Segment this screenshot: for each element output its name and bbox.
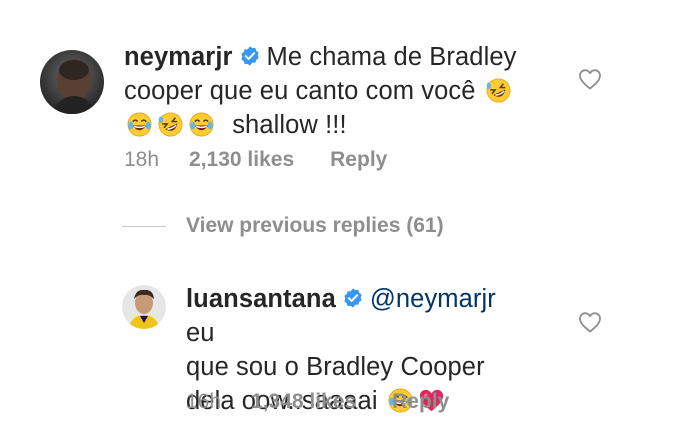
heart-outline-icon[interactable] bbox=[578, 68, 602, 90]
joy-emoji bbox=[127, 112, 152, 137]
comment-meta: 18h 2,130 likes Reply bbox=[124, 148, 387, 172]
verified-badge-icon bbox=[240, 46, 259, 66]
timestamp: 18h bbox=[124, 148, 160, 171]
comment-text-line2: que sou o Bradley Cooper bbox=[186, 353, 485, 381]
comment-text-line2: cooper que eu canto com você bbox=[124, 77, 476, 105]
comment-text-line3: shallow !!! bbox=[232, 111, 347, 139]
comment-text-line1: eu bbox=[186, 319, 215, 347]
joy-emoji bbox=[189, 112, 214, 137]
reply-comment: luansantana @neymarjr eu que sou o Bradle… bbox=[0, 282, 692, 422]
comment-body: neymarjr Me chama de Bradley cooper que e… bbox=[124, 40, 524, 142]
timestamp: 16h bbox=[186, 390, 222, 413]
heart-outline-icon[interactable] bbox=[578, 311, 602, 333]
view-previous-replies-button[interactable]: View previous replies (61) bbox=[122, 214, 444, 238]
rofl-emoji bbox=[158, 112, 183, 137]
reply-button[interactable]: Reply bbox=[392, 390, 449, 414]
avatar[interactable] bbox=[40, 50, 104, 114]
mention-link[interactable]: @neymarjr bbox=[370, 285, 496, 313]
likes-count[interactable]: 1,348 likes bbox=[251, 390, 356, 414]
avatar[interactable] bbox=[122, 285, 166, 329]
comment: neymarjr Me chama de Bradley cooper que e… bbox=[0, 30, 692, 180]
divider-line bbox=[122, 225, 166, 227]
likes-count[interactable]: 2,130 likes bbox=[189, 148, 294, 172]
comment-text-line1: Me chama de Bradley bbox=[266, 43, 517, 71]
verified-badge-icon bbox=[344, 288, 362, 308]
comment-meta: 16h 1,348 likes Reply bbox=[186, 390, 449, 414]
reply-button[interactable]: Reply bbox=[330, 148, 387, 172]
username[interactable]: luansantana bbox=[186, 285, 336, 313]
rofl-emoji bbox=[486, 78, 511, 103]
username[interactable]: neymarjr bbox=[124, 43, 233, 71]
view-previous-replies-label[interactable]: View previous replies (61) bbox=[186, 214, 444, 238]
